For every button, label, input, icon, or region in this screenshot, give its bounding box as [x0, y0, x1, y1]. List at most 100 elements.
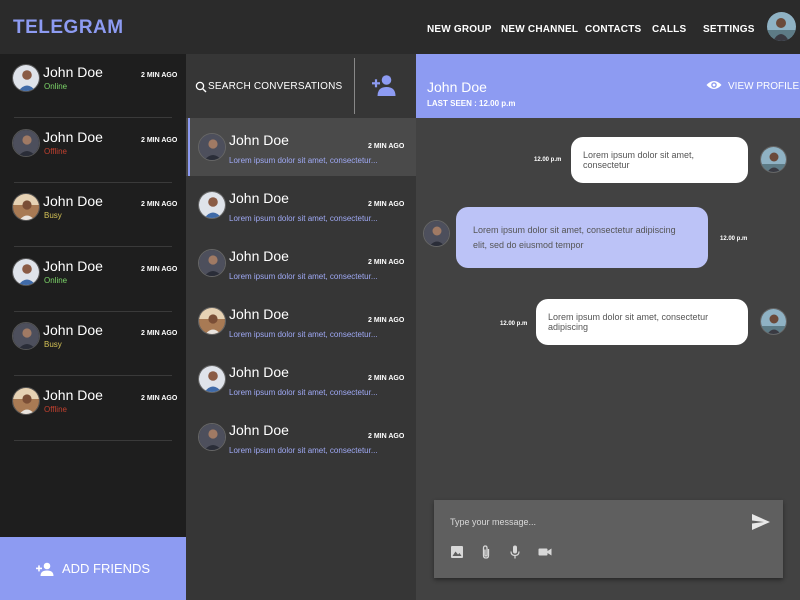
friend-avatar	[12, 386, 40, 415]
eye-icon[interactable]	[706, 79, 722, 91]
brand-logo[interactable]: TELEGRAM	[13, 17, 124, 39]
friend-status: Offline	[44, 146, 67, 156]
conversation-avatar	[198, 365, 226, 393]
conversation-avatar	[198, 307, 226, 335]
conversation-avatar	[198, 423, 226, 451]
friend-avatar	[12, 128, 40, 157]
top-bar: TELEGRAM NEW GROUP NEW CHANNEL CONTACTS …	[0, 0, 800, 54]
conversation-item[interactable]: John Doe 2 MIN AGO Lorem ipsum dolor sit…	[186, 176, 416, 234]
conversation-preview: Lorem ipsum dolor sit amet, consectetur.…	[229, 330, 378, 339]
video-icon[interactable]	[538, 545, 552, 559]
message-outgoing: Lorem ipsum dolor sit amet, consectetur …	[536, 299, 748, 345]
friend-time: 2 MIN AGO	[141, 330, 178, 337]
last-seen: LAST SEEN : 12.00 p.m	[427, 99, 516, 108]
chat-panel: John Doe LAST SEEN : 12.00 p.m VIEW PROF…	[416, 54, 800, 600]
microphone-icon[interactable]	[508, 545, 522, 559]
nav-calls[interactable]: CALLS	[652, 24, 686, 35]
contact-avatar	[423, 220, 450, 247]
friend-name: John Doe	[43, 257, 103, 274]
add-friends-label: ADD FRIENDS	[61, 561, 151, 576]
friend-avatar	[12, 322, 40, 350]
friend-time: 2 MIN AGO	[141, 265, 178, 273]
conversation-item[interactable]: John Doe 2 MIN AGO Lorem ipsum dolor sit…	[186, 292, 416, 350]
message-text: Lorem ipsum dolor sit amet, consectetur …	[456, 207, 708, 268]
friend-time: 2 MIN AGO	[141, 72, 178, 79]
friend-status: Offline	[44, 404, 67, 414]
conversation-preview: Lorem ipsum dolor sit amet, consectetur.…	[229, 388, 378, 397]
message-input[interactable]: Type your message...	[450, 517, 536, 527]
friend-name: John Doe	[43, 128, 103, 145]
friend-item[interactable]: John Doe Offline 2 MIN AGO	[0, 377, 186, 441]
conversation-time: 2 MIN AGO	[368, 259, 405, 266]
friend-time: 2 MIN AGO	[141, 136, 178, 144]
send-icon[interactable]	[752, 514, 770, 530]
attachment-icon[interactable]	[479, 545, 493, 559]
conversation-name: John Doe	[229, 364, 289, 380]
friend-avatar	[12, 64, 40, 92]
chat-contact-name: John Doe	[427, 79, 487, 95]
conversation-time: 2 MIN AGO	[368, 317, 405, 324]
conversation-item[interactable]: John Doe 2 MIN AGO Lorem ipsum dolor sit…	[186, 118, 416, 176]
friend-item[interactable]: John Doe Online 2 MIN AGO	[0, 248, 186, 312]
image-icon[interactable]	[450, 545, 464, 559]
sender-avatar	[760, 308, 787, 335]
friend-name: John Doe	[43, 193, 103, 209]
conversation-avatar	[198, 249, 226, 277]
conversation-preview: Lorem ipsum dolor sit amet, consectetur.…	[229, 156, 378, 165]
conversation-time: 2 MIN AGO	[368, 201, 405, 208]
message-outgoing: Lorem ipsum dolor sit amet, consectetur	[571, 137, 748, 183]
friend-status: Busy	[44, 211, 62, 220]
search-icon	[195, 81, 207, 93]
message-time: 12.00 p.m	[720, 236, 748, 242]
add-person-icon	[35, 562, 54, 576]
friend-item[interactable]: John Doe Offline 2 MIN AGO	[0, 119, 186, 183]
friend-avatar	[12, 193, 40, 221]
conversation-name: John Doe	[229, 422, 289, 438]
friend-avatar	[12, 257, 40, 286]
conversation-name: John Doe	[229, 248, 289, 264]
conversations-panel: SEARCH CONVERSATIONS John Doe 2 MIN AGO …	[186, 54, 416, 600]
conversation-avatar	[198, 133, 226, 161]
nav-settings[interactable]: SETTINGS	[703, 24, 755, 35]
conversation-item[interactable]: John Doe 2 MIN AGO Lorem ipsum dolor sit…	[186, 350, 416, 408]
conversation-preview: Lorem ipsum dolor sit amet, consectetur.…	[229, 446, 378, 455]
friend-status: Online	[44, 275, 68, 285]
friend-name: John Doe	[43, 322, 103, 338]
friend-status: Busy	[44, 340, 62, 349]
friend-time: 2 MIN AGO	[141, 201, 178, 208]
search-bar[interactable]: SEARCH CONVERSATIONS	[186, 54, 416, 118]
message-composer: Type your message...	[434, 500, 783, 578]
conversation-name: John Doe	[229, 132, 289, 148]
user-avatar-icon[interactable]	[767, 12, 796, 41]
conversation-time: 2 MIN AGO	[368, 433, 405, 440]
view-profile-button[interactable]: VIEW PROFILE	[728, 81, 799, 92]
friend-time: 2 MIN AGO	[141, 394, 178, 402]
friend-item[interactable]: John Doe Busy 2 MIN AGO	[0, 183, 186, 247]
nav-new-channel[interactable]: NEW CHANNEL	[501, 24, 578, 35]
friends-sidebar: John Doe Online 2 MIN AGO John Doe Offli…	[0, 54, 186, 600]
conversation-preview: Lorem ipsum dolor sit amet, consectetur.…	[229, 214, 378, 223]
message-incoming: Lorem ipsum dolor sit amet, consectetur …	[456, 207, 708, 268]
message-text: Lorem ipsum dolor sit amet, consectetur …	[536, 299, 748, 345]
message-time: 12.00 p.m	[534, 157, 562, 163]
nav-contacts[interactable]: CONTACTS	[585, 24, 641, 35]
add-contact-icon[interactable]	[372, 74, 396, 96]
conversation-preview: Lorem ipsum dolor sit amet, consectetur.…	[229, 272, 378, 281]
message-text: Lorem ipsum dolor sit amet, consectetur	[571, 137, 748, 183]
nav-new-group[interactable]: NEW GROUP	[427, 24, 492, 35]
conversation-time: 2 MIN AGO	[368, 375, 405, 382]
conversation-item[interactable]: John Doe 2 MIN AGO Lorem ipsum dolor sit…	[186, 234, 416, 292]
conversation-item[interactable]: John Doe 2 MIN AGO Lorem ipsum dolor sit…	[186, 408, 416, 466]
friend-item[interactable]: John Doe Online 2 MIN AGO	[0, 54, 186, 118]
chat-header: John Doe LAST SEEN : 12.00 p.m VIEW PROF…	[416, 54, 800, 118]
friend-name: John Doe	[43, 64, 103, 80]
divider	[14, 439, 172, 441]
message-time: 12.00 p.m	[500, 321, 528, 327]
search-conversations-label[interactable]: SEARCH CONVERSATIONS	[208, 81, 342, 92]
add-friends-button[interactable]: ADD FRIENDS	[0, 537, 186, 600]
friend-name: John Doe	[43, 386, 103, 403]
friend-item[interactable]: John Doe Busy 2 MIN AGO	[0, 312, 186, 376]
conversation-avatar	[198, 191, 226, 219]
conversation-time: 2 MIN AGO	[368, 143, 405, 150]
conversation-name: John Doe	[229, 306, 289, 322]
